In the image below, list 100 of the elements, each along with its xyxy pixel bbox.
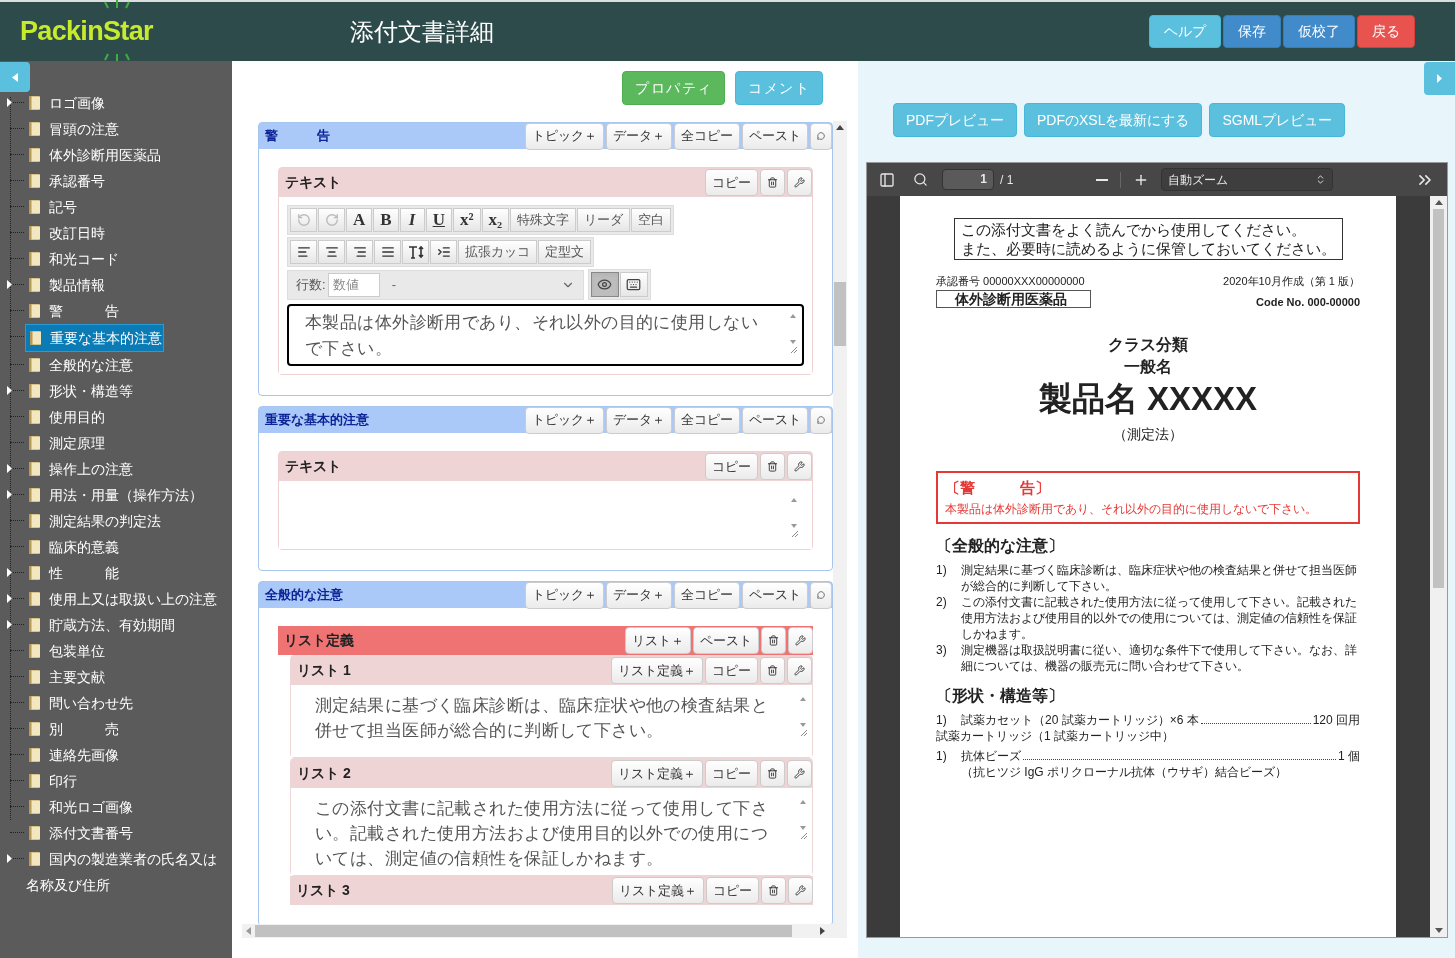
lines-input[interactable]: 数値 bbox=[327, 272, 380, 297]
style-select[interactable]: - bbox=[385, 272, 581, 297]
delete-button[interactable] bbox=[760, 169, 785, 196]
header-button[interactable]: 仮校了 bbox=[1283, 15, 1355, 48]
trash-icon bbox=[767, 460, 778, 473]
tree-item[interactable]: 測定原理 bbox=[25, 430, 106, 456]
book-icon bbox=[28, 669, 42, 685]
tree-item[interactable]: 印行 bbox=[25, 768, 78, 794]
scroll-up-icon bbox=[836, 125, 844, 130]
action-button[interactable]: データ＋ bbox=[606, 406, 672, 434]
tree-item[interactable]: 全般的な注意 bbox=[25, 352, 134, 378]
action-button[interactable]: データ＋ bbox=[606, 581, 672, 609]
zoom-select[interactable]: 自動ズーム bbox=[1160, 168, 1333, 191]
settings-button[interactable] bbox=[787, 760, 812, 787]
format-button[interactable]: リーダ bbox=[577, 208, 631, 232]
action-button[interactable]: ペースト bbox=[693, 627, 759, 654]
tree-item[interactable]: 製品情報 bbox=[25, 272, 106, 298]
tree-item[interactable]: 冒頭の注意 bbox=[25, 116, 120, 142]
tree-item[interactable]: 臨床的意義 bbox=[25, 534, 120, 560]
tree-item[interactable]: 包装単位 bbox=[25, 638, 106, 664]
action-button[interactable]: データ＋ bbox=[606, 122, 672, 150]
delete-button[interactable] bbox=[761, 627, 786, 654]
tree-item[interactable]: 承認番号 bbox=[25, 168, 106, 194]
format-button[interactable]: A bbox=[346, 208, 373, 232]
action-button[interactable]: コピー bbox=[705, 760, 758, 787]
format-button[interactable]: x₂ bbox=[481, 208, 510, 232]
header-button[interactable]: 保存 bbox=[1223, 15, 1281, 48]
tree-item[interactable]: 連絡先画像 bbox=[25, 742, 120, 768]
settings-button[interactable] bbox=[787, 169, 812, 196]
action-button[interactable]: コピー bbox=[706, 877, 759, 904]
tree-item[interactable]: 用法・用量（操作方法） bbox=[25, 482, 204, 508]
tree-item[interactable]: 和光コード bbox=[25, 246, 120, 272]
format-button[interactable]: 特殊文字 bbox=[510, 208, 577, 232]
sidebar-toggle[interactable] bbox=[879, 171, 895, 188]
tree-item[interactable]: 貯蔵方法、有効期間 bbox=[25, 612, 176, 638]
tree-item[interactable]: 和光ロゴ画像 bbox=[25, 794, 134, 820]
header-button[interactable]: 戻る bbox=[1357, 15, 1415, 48]
tree-item[interactable]: 添付文書番号 bbox=[25, 820, 134, 846]
align-left-button[interactable] bbox=[290, 240, 317, 264]
tree-item[interactable]: ロゴ画像 bbox=[25, 90, 106, 116]
action-button[interactable]: リスト定義＋ bbox=[611, 657, 703, 684]
sidebar-icon bbox=[879, 171, 895, 188]
format-button[interactable]: I bbox=[399, 208, 425, 232]
delete-button[interactable] bbox=[760, 760, 785, 787]
action-button[interactable]: ペースト bbox=[742, 122, 808, 150]
tree-item[interactable]: 記号 bbox=[25, 194, 78, 220]
line-height-button[interactable] bbox=[402, 240, 429, 264]
action-button[interactable]: トピック＋ bbox=[525, 581, 604, 609]
tree-item[interactable]: 操作上の注意 bbox=[25, 456, 134, 482]
tree-item[interactable]: 測定結果の判定法 bbox=[25, 508, 162, 534]
format-button[interactable]: 空白 bbox=[631, 208, 672, 232]
format-button[interactable]: 定型文 bbox=[538, 240, 591, 264]
action-button[interactable]: トピック＋ bbox=[525, 122, 604, 150]
settings-button[interactable] bbox=[788, 627, 813, 654]
align-right-button[interactable] bbox=[346, 240, 373, 264]
format-button[interactable]: U bbox=[425, 208, 452, 232]
action-button[interactable]: ペースト bbox=[742, 581, 808, 609]
align-center-button[interactable] bbox=[318, 240, 345, 264]
eye-toggle[interactable] bbox=[590, 272, 619, 297]
settings-button[interactable] bbox=[788, 877, 813, 904]
text-editor[interactable]: 本製品は体外診断用であり、それ以外の目的に使用しないで下さい。 bbox=[287, 304, 804, 366]
tree-item[interactable]: 形状・構造等 bbox=[25, 378, 134, 404]
tree-item[interactable]: 体外診断用医薬品 bbox=[25, 142, 162, 168]
tree-item[interactable]: 使用上又は取扱い上の注意 bbox=[25, 586, 218, 612]
keyboard-toggle[interactable] bbox=[619, 272, 648, 297]
format-button[interactable]: x² bbox=[452, 208, 481, 232]
format-button[interactable]: 拡張カッコ bbox=[458, 240, 537, 264]
tree-item[interactable]: 使用目的 bbox=[25, 404, 106, 430]
wrench-icon bbox=[794, 176, 805, 189]
page-input[interactable]: 1 bbox=[942, 169, 994, 190]
action-button[interactable]: 全コピー bbox=[674, 406, 740, 434]
settings-button[interactable] bbox=[787, 453, 812, 480]
tree-item[interactable]: 警 告 bbox=[25, 298, 120, 324]
settings-button[interactable] bbox=[787, 657, 812, 684]
indent-button[interactable] bbox=[430, 240, 457, 264]
align-justify-button[interactable] bbox=[374, 240, 401, 264]
zoom-out-button[interactable] bbox=[1095, 178, 1108, 181]
delete-button[interactable] bbox=[760, 453, 785, 480]
tree-item[interactable]: 主要文献 bbox=[25, 664, 106, 690]
action-button[interactable]: ペースト bbox=[742, 406, 808, 434]
delete-button[interactable] bbox=[761, 877, 786, 904]
action-button[interactable]: 全コピー bbox=[674, 581, 740, 609]
action-button[interactable]: コピー bbox=[705, 169, 758, 196]
format-button[interactable]: B bbox=[373, 208, 399, 232]
action-button[interactable]: リスト定義＋ bbox=[612, 877, 704, 904]
action-button[interactable]: コピー bbox=[705, 453, 758, 480]
action-button[interactable]: 全コピー bbox=[674, 122, 740, 150]
action-button[interactable]: コピー bbox=[705, 657, 758, 684]
tree-item[interactable]: 性 能 bbox=[25, 560, 120, 586]
action-button[interactable]: リスト定義＋ bbox=[611, 760, 703, 787]
action-button[interactable]: リスト＋ bbox=[625, 627, 691, 654]
tree-item[interactable]: 問い合わせ先 bbox=[25, 690, 134, 716]
list-number: 1) bbox=[936, 747, 948, 764]
action-button[interactable]: トピック＋ bbox=[525, 406, 604, 434]
tree-item[interactable]: 国内の製造業者の氏名又は名称及び住所 bbox=[25, 846, 228, 898]
tree-item[interactable]: 別 売 bbox=[25, 716, 120, 742]
tree-item[interactable]: 改訂日時 bbox=[25, 220, 106, 246]
tree-item[interactable]: 重要な基本的注意 bbox=[25, 324, 164, 352]
delete-button[interactable] bbox=[760, 657, 785, 684]
search-button[interactable] bbox=[913, 172, 928, 187]
